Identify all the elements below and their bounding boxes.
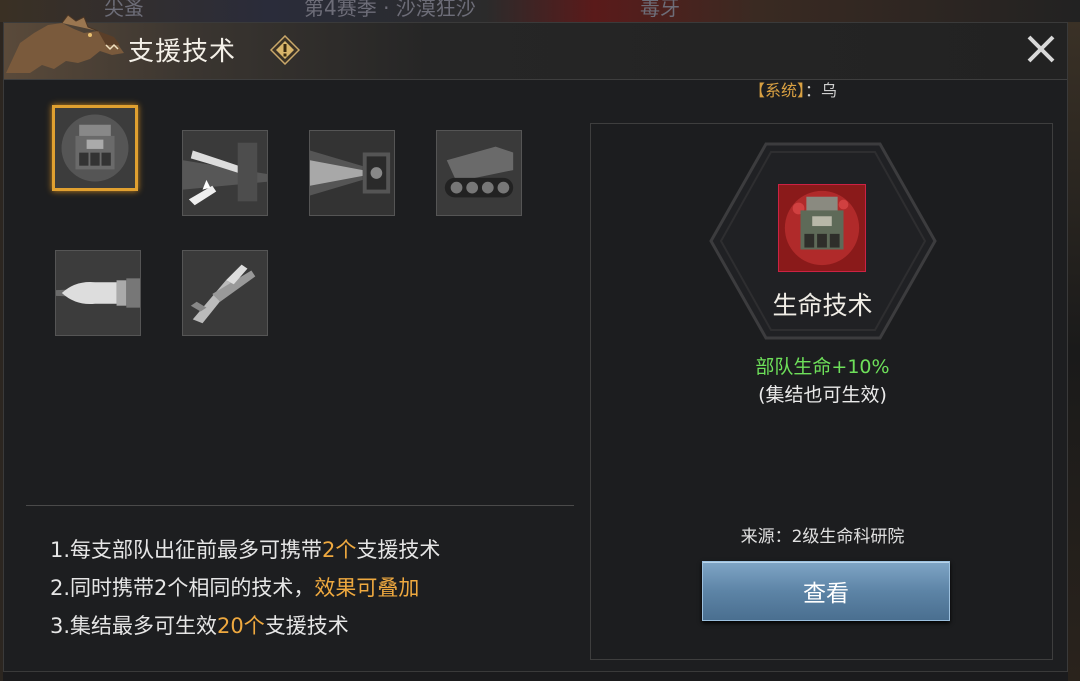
info-diamond-icon[interactable] — [270, 35, 300, 65]
rules-list: 1.每支部队出征前最多可携带2个支援技术 2.同时携带2个相同的技术，效果可叠加… — [50, 531, 440, 645]
section-divider — [26, 505, 574, 506]
rule-highlight: 效果可叠加 — [314, 576, 420, 600]
background-scene: 尖蚤 第4赛季 · 沙漠狂沙 毒牙 — [0, 0, 1080, 22]
support-tech-dialog: 支援技术 【系统】：乌 1.每支部队出征前最多可携带2个支援技术 2.同时携带2… — [3, 14, 1068, 672]
missile-jet-icon — [183, 131, 267, 215]
skill-grid — [52, 105, 532, 336]
skill-slot-5[interactable] — [55, 250, 141, 336]
system-message: 【系统】：乌 — [749, 77, 837, 101]
dialog-title: 支援技术 — [128, 37, 237, 67]
system-text: 乌 — [821, 81, 838, 100]
tech-icon — [778, 184, 866, 272]
fighter-jet-icon — [183, 251, 267, 335]
skill-slot-2[interactable] — [182, 130, 268, 216]
rule-highlight: 2个 — [322, 538, 357, 562]
rule-text: 支援技术 — [356, 538, 441, 562]
system-separator: ： — [805, 81, 822, 100]
cannon-barrel-icon — [310, 131, 394, 215]
background-label: 第4赛季 · 沙漠狂沙 — [304, 0, 476, 20]
tech-name: 生命技术 — [772, 291, 873, 320]
tank-tread-icon — [437, 131, 521, 215]
close-icon[interactable] — [1021, 29, 1061, 69]
background-edge — [1068, 22, 1080, 681]
rule-item: 2.同时携带2个相同的技术，效果可叠加 — [50, 569, 440, 607]
armored-vest-icon — [779, 185, 865, 271]
tech-effect-note: (集结也可生效) — [758, 384, 887, 406]
rule-item: 3.集结最多可生效20个支援技术 — [50, 607, 440, 645]
skill-slot-life-tech[interactable] — [52, 105, 138, 191]
skill-slot-4[interactable] — [436, 130, 522, 216]
rule-text: 3.集结最多可生效 — [50, 614, 218, 638]
dialog-header: 支援技术 — [4, 14, 1067, 80]
armored-vest-icon — [55, 108, 135, 188]
rule-highlight: 20个 — [217, 614, 265, 638]
view-button[interactable]: 查看 — [702, 561, 950, 621]
rule-text: 2.同时携带2个相同的技术， — [50, 576, 315, 600]
dinosaur-emblem-icon — [6, 14, 124, 73]
rule-text: 1.每支部队出征前最多可携带 — [50, 538, 323, 562]
rule-item: 1.每支部队出征前最多可携带2个支援技术 — [50, 531, 440, 569]
bullet-projectile-icon — [56, 251, 140, 335]
rule-text: 支援技术 — [264, 614, 349, 638]
tech-effect: 部队生命+10% — [755, 356, 890, 378]
tech-source: 来源：2级生命科研院 — [740, 527, 905, 547]
background-label: 毒牙 — [640, 0, 680, 20]
skill-slot-3[interactable] — [309, 130, 395, 216]
skill-slot-6[interactable] — [182, 250, 268, 336]
system-tag: 【系统】 — [749, 81, 806, 100]
tech-detail-panel: 生命技术 部队生命+10% (集结也可生效) 来源：2级生命科研院 查看 — [590, 123, 1053, 660]
